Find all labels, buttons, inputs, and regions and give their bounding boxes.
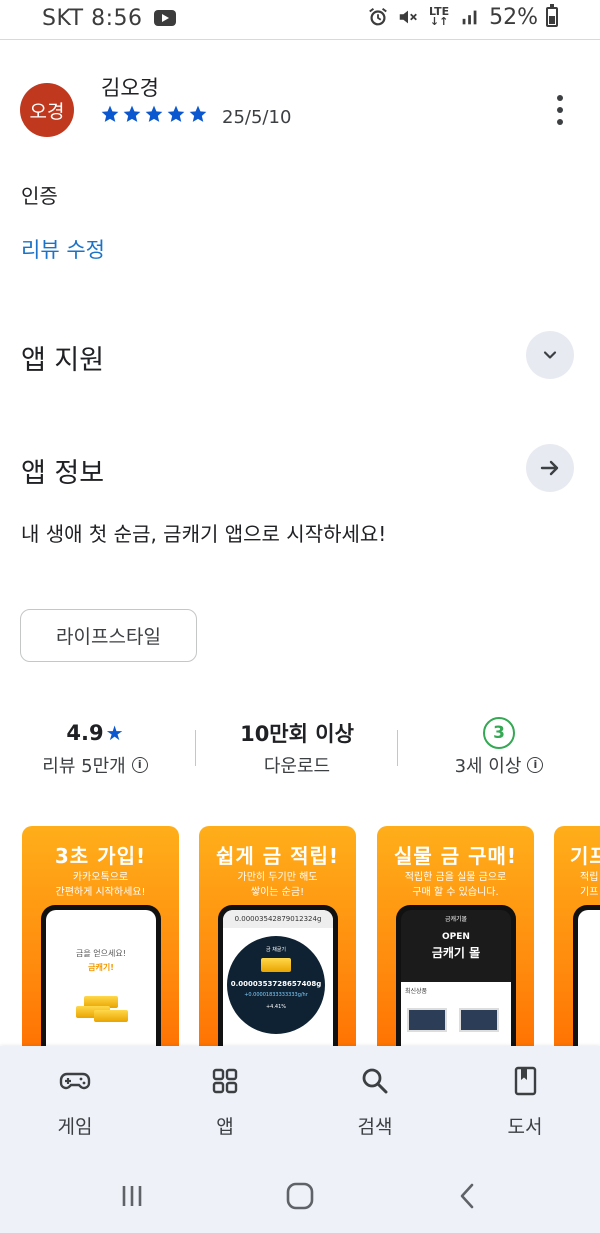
age-rating-label: 3세 이상 xyxy=(454,756,522,777)
product-thumbnail xyxy=(407,1008,447,1032)
screen-text: OPEN xyxy=(442,932,470,942)
chevron-down-icon xyxy=(543,351,557,359)
screenshot-title: 3초 가입! xyxy=(54,844,147,868)
rating-label: 리뷰 5만개 xyxy=(42,756,126,777)
open-app-info-button[interactable] xyxy=(526,444,574,492)
alarm-icon xyxy=(369,7,387,26)
screenshot-2[interactable]: 쉽게 금 적립! 가만히 두기만 해도 쌓이는 순금! 0.0000354287… xyxy=(199,826,356,1051)
reviewer-name: 김오경 xyxy=(101,76,159,100)
screenshot-3[interactable]: 실물 금 구매! 적립한 금을 실물 금으로 구매 할 수 있습니다. 금캐기몰… xyxy=(377,826,534,1051)
phone-mockup xyxy=(573,905,600,1051)
nav-label: 게임 xyxy=(57,1116,93,1138)
gamepad-icon xyxy=(59,1072,91,1090)
screenshot-title: 기프 xyxy=(570,844,600,868)
more-options-button[interactable] xyxy=(548,92,572,128)
review-date: 25/5/10 xyxy=(222,107,292,128)
screenshot-subtitle: 적립한 금을 실물 금으로 구매 할 수 있습니다. xyxy=(404,872,507,898)
screen-text: 금캐기! xyxy=(88,963,114,972)
screen-text: +4.41% xyxy=(265,1004,287,1010)
screenshot-carousel[interactable]: 3초 가입! 카카오톡으로 간편하게 시작하세요! 금을 얻으세요! 금캐기! … xyxy=(22,826,600,1051)
avatar-initials: 오경 xyxy=(29,100,65,123)
star-icon xyxy=(189,105,207,122)
screen-text: +0.00001833333333g/hr xyxy=(244,992,308,998)
phone-mockup: 금캐기몰 OPEN 금캐기 몰 최신상품 xyxy=(396,905,516,1051)
screenshot-title: 쉽게 금 적립! xyxy=(215,844,340,868)
status-bar: SKT 8:56 LTE ↓↑ 52% xyxy=(0,0,600,40)
back-icon[interactable] xyxy=(438,1178,498,1214)
apps-grid-icon xyxy=(212,1068,238,1094)
age-rating-stat[interactable]: 3 3세 이상 i xyxy=(414,717,584,778)
edit-review-link[interactable]: 리뷰 수정 xyxy=(21,234,105,264)
mining-circle: 금 채굴기 0.0000353728657408g +0.00001833333… xyxy=(227,936,325,1034)
rating-stat[interactable]: 4.9 ★ 리뷰 5만개 i xyxy=(10,718,180,778)
star-rating xyxy=(100,104,208,124)
carrier-time: SKT 8:56 xyxy=(42,6,143,31)
downloads-stat: 10만회 이상 다운로드 xyxy=(212,718,382,778)
downloads-label: 다운로드 xyxy=(263,756,331,777)
product-panel: 최신상품 xyxy=(401,982,511,1051)
rating-value: 4.9 xyxy=(66,721,104,745)
screenshot-4[interactable]: 기프 적립 기프 xyxy=(554,826,600,1051)
screen-text: 0.00003542879012324g xyxy=(223,910,333,928)
app-support-title[interactable]: 앱 지원 xyxy=(21,338,104,377)
screen-text: 금캐기 몰 xyxy=(431,946,481,960)
screen-text: 최신상품 xyxy=(405,988,428,995)
stat-divider xyxy=(195,730,196,766)
nav-label: 앱 xyxy=(216,1116,234,1138)
avatar: 오경 xyxy=(20,83,74,137)
review-text: 인증 xyxy=(21,184,58,208)
lte-label: LTE xyxy=(428,5,450,18)
screenshot-subtitle: 가만히 두기만 해도 쌓이는 순금! xyxy=(237,872,318,898)
phone-mockup: 0.00003542879012324g 금 채굴기 0.00003537286… xyxy=(218,905,338,1051)
screen-text: 금 채굴기 xyxy=(266,947,286,953)
search-icon xyxy=(362,1068,388,1094)
nav-books[interactable]: 도서 xyxy=(465,1064,585,1139)
expand-app-support-button[interactable] xyxy=(526,331,574,379)
system-navigation-bar xyxy=(0,1174,600,1233)
signal-icon xyxy=(462,10,477,25)
info-icon: i xyxy=(131,757,148,773)
screen-text: 0.0000353728657408g xyxy=(230,980,322,988)
downloads-value: 10만회 이상 xyxy=(240,722,354,746)
status-icons: LTE ↓↑ 52% xyxy=(367,4,558,30)
nav-apps[interactable]: 앱 xyxy=(165,1064,285,1139)
product-thumbnail xyxy=(459,1008,499,1032)
category-chip[interactable]: 라이프스타일 xyxy=(20,609,197,662)
star-icon xyxy=(167,105,185,122)
screenshot-1[interactable]: 3초 가입! 카카오톡으로 간편하게 시작하세요! 금을 얻으세요! 금캐기! xyxy=(22,826,179,1051)
nav-search[interactable]: 검색 xyxy=(315,1064,435,1139)
youtube-icon xyxy=(154,10,176,26)
app-description: 내 생애 첫 순금, 금캐기 앱으로 시작하세요! xyxy=(21,522,387,546)
nav-games[interactable]: 게임 xyxy=(15,1064,135,1139)
arrow-right-icon xyxy=(540,460,559,476)
screenshot-subtitle: 카카오톡으로 간편하게 시작하세요! xyxy=(55,872,146,898)
info-icon: i xyxy=(527,757,544,773)
stat-divider xyxy=(397,730,398,766)
recent-apps-icon[interactable] xyxy=(102,1178,162,1214)
star-icon xyxy=(123,105,141,122)
battery-percent: 52% xyxy=(489,4,538,30)
nav-label: 검색 xyxy=(357,1116,393,1138)
screenshot-title: 실물 금 구매! xyxy=(393,844,518,868)
screen-text: 금을 얻으세요! xyxy=(76,949,126,958)
battery-icon xyxy=(546,4,558,27)
star-icon: ★ xyxy=(105,721,124,745)
app-info-title[interactable]: 앱 정보 xyxy=(21,451,104,490)
screenshot-subtitle: 적립 기프 xyxy=(580,872,599,898)
nav-label: 도서 xyxy=(507,1116,543,1138)
age-rating-badge: 3 xyxy=(483,717,515,749)
star-icon xyxy=(101,105,119,122)
book-icon xyxy=(514,1066,537,1096)
lte-icon: LTE ↓↑ xyxy=(428,5,450,28)
gold-bar-image xyxy=(261,958,291,972)
bottom-navigation: 게임 앱 검색 도서 xyxy=(0,1046,600,1233)
gold-bar-image xyxy=(94,1010,128,1022)
phone-mockup: 금을 얻으세요! 금캐기! xyxy=(41,905,161,1051)
home-icon[interactable] xyxy=(270,1178,330,1214)
mute-icon xyxy=(399,10,417,24)
screen-text: 금캐기몰 xyxy=(444,916,468,923)
star-icon xyxy=(145,105,163,122)
